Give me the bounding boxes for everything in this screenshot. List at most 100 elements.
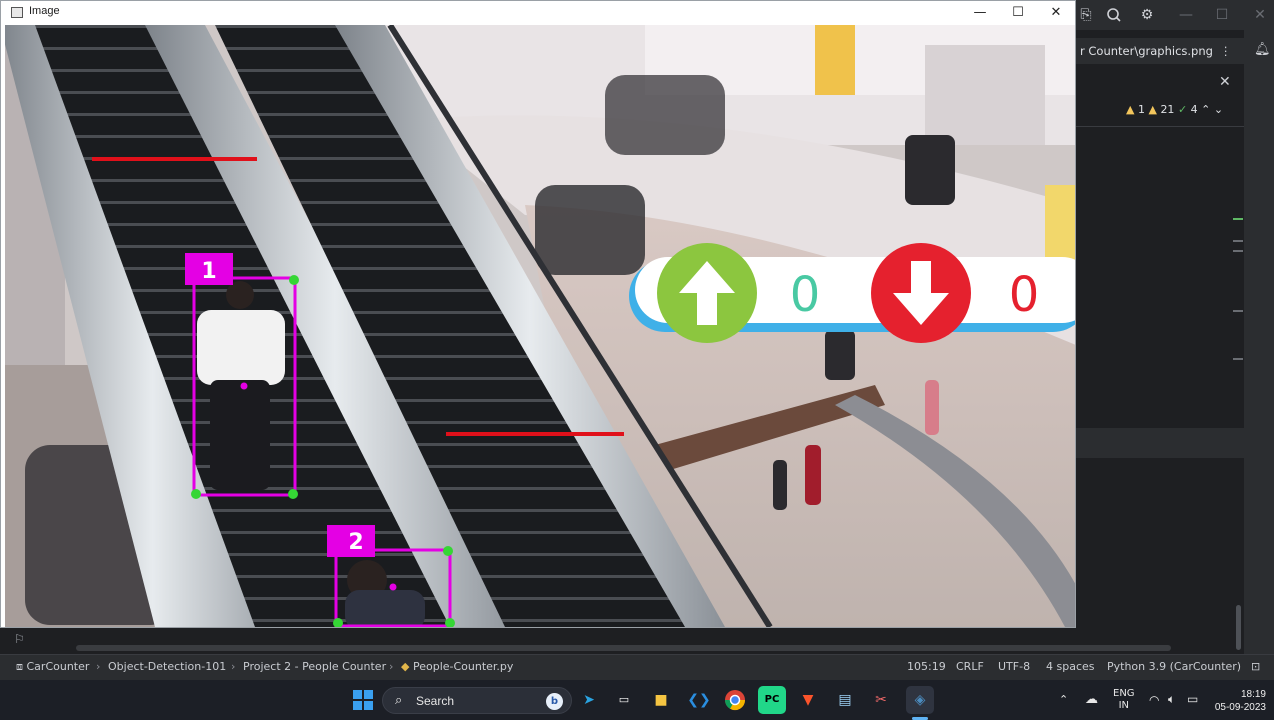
taskbar-telegram[interactable]: ➤ (575, 686, 603, 714)
right-tool-strip (1244, 30, 1274, 654)
weak-warning-icon: ▲ (1148, 103, 1157, 116)
run-config-icon[interactable]: ⎘ (1078, 7, 1094, 23)
divider (1076, 126, 1244, 127)
taskbar-snipping[interactable]: ✂ (867, 686, 895, 714)
horizontal-scrollbar[interactable] (76, 645, 1171, 651)
decor-lamp (815, 25, 855, 95)
count-down-value: 0 (1009, 267, 1040, 323)
pycharm-icon: PC (764, 694, 780, 705)
chevron-down-icon[interactable]: ⌄ (1214, 103, 1223, 116)
python-icon: ◈ (914, 692, 926, 708)
chrome-icon (724, 690, 746, 711)
status-bar: ⧈ CarCounter › Object-Detection-101 › Pr… (0, 654, 1274, 680)
indent-setting[interactable]: 4 spaces (1046, 658, 1095, 676)
folder-icon: ■ (654, 692, 668, 708)
clock-date: 05-09-2023 (1214, 702, 1266, 713)
search-icon[interactable] (1106, 7, 1122, 23)
onedrive-icon[interactable]: ☁ (1085, 692, 1098, 707)
start-button[interactable] (349, 686, 377, 714)
editor-area (1076, 64, 1244, 654)
terminal-icon: ▭ (618, 693, 630, 706)
vertical-scrollbar[interactable] (1236, 605, 1241, 650)
gutter-mark (1233, 310, 1243, 312)
vscode-icon: ❮❯ (687, 692, 711, 708)
warning-count: 1 (1137, 103, 1145, 116)
ok-count: 4 (1190, 103, 1198, 116)
window-title: Image (29, 5, 60, 17)
chevron-up-icon[interactable]: ⌃ (1201, 103, 1210, 116)
taskbar: ⌕ Search b ➤ ▭ ■ ❮❯ PC ▼ ▤ ✂ ◈ ⌃ ☁ ENG I… (0, 680, 1274, 720)
search-icon: ⌕ (395, 693, 403, 708)
ide-maximize-icon[interactable]: ☐ (1214, 7, 1230, 23)
language-region: IN (1118, 700, 1129, 711)
image-window-titlebar[interactable]: Image — ☐ ✕ (1, 1, 1075, 25)
taskbar-notepad[interactable]: ▤ (831, 686, 859, 714)
interpreter-selector[interactable]: Python 3.9 (CarCounter) (1107, 658, 1241, 676)
inspections-widget[interactable]: ▲ 1 ▲ 21 ✓ 4 ⌃ ⌄ (1126, 103, 1223, 116)
file-encoding[interactable]: UTF-8 (998, 658, 1030, 676)
shop-window (925, 45, 1045, 145)
taskbar-brave[interactable]: ▼ (794, 686, 822, 714)
more-icon[interactable]: ⋮ (1220, 38, 1232, 64)
arrow-down-icon (871, 243, 971, 343)
snipping-icon: ✂ (875, 692, 887, 708)
notifications-icon[interactable]: 🔔︎ (1254, 42, 1271, 57)
breadcrumb-project[interactable]: ⧈ CarCounter (16, 658, 89, 676)
desktop: ⎘ ⚙ — ☐ ✕ r Counter\graphics.png ⋮ 🔔︎ ✕ … (0, 0, 1274, 720)
minimize-button[interactable]: — (961, 1, 999, 25)
breadcrumb-subfolder[interactable]: Project 2 - People Counter (243, 658, 386, 676)
counter-overlay: 0 0 (629, 243, 1075, 343)
maximize-button[interactable]: ☐ (999, 1, 1037, 25)
ide-panel-header (1076, 428, 1244, 458)
battery-icon[interactable]: ▭ (1187, 692, 1198, 706)
breadcrumb-file[interactable]: ◆ People-Counter.py (401, 658, 513, 676)
taskbar-chrome[interactable] (721, 686, 749, 714)
warning-icon: ▲ (1126, 103, 1135, 116)
gear-icon[interactable]: ⚙ (1139, 7, 1155, 23)
weak-warning-count: 21 (1160, 103, 1175, 116)
caret-position[interactable]: 105:19 (907, 658, 946, 676)
video-frame: 1 2 0 0 (5, 25, 1075, 627)
chevron-right-icon: › (389, 660, 394, 673)
language-code: ENG (1113, 688, 1135, 699)
taskbar-search-label: Search (416, 694, 455, 708)
volume-icon[interactable]: 🔈︎ (1168, 692, 1175, 707)
ide-toolbar: ⎘ ⚙ — ☐ ✕ (1076, 0, 1274, 30)
gutter-mark (1233, 250, 1243, 252)
brave-icon: ▼ (802, 692, 814, 708)
arrow-up-icon (657, 243, 757, 343)
wifi-icon[interactable]: ◠ (1149, 693, 1159, 707)
image-window: Image — ☐ ✕ 1 2 0 0 (0, 0, 1076, 628)
taskbar-search[interactable]: ⌕ Search b (382, 687, 572, 714)
taskbar-explorer[interactable]: ■ (647, 686, 675, 714)
window-app-icon (11, 7, 23, 18)
taskbar-terminal[interactable]: ▭ (610, 686, 638, 714)
windows-icon (353, 690, 373, 710)
ide-minimize-icon[interactable]: — (1178, 7, 1194, 23)
clock[interactable]: 18:19 05-09-2023 (1212, 688, 1266, 714)
line-separator[interactable]: CRLF (956, 658, 984, 676)
taskbar-python[interactable]: ◈ (906, 686, 934, 714)
chevron-up-icon[interactable]: ⌃ (1059, 693, 1068, 706)
check-icon: ✓ (1177, 103, 1188, 116)
chevron-right-icon: › (231, 660, 236, 673)
taskbar-pycharm[interactable]: PC (758, 686, 786, 714)
close-button[interactable]: ✕ (1037, 1, 1075, 25)
run-icon[interactable]: ⚐ (14, 632, 25, 646)
gutter-mark (1233, 218, 1243, 220)
project-icon: ⧈ (16, 660, 23, 673)
lock-icon[interactable]: ⊡ (1251, 658, 1260, 676)
mall-scene: 1 2 0 0 (5, 25, 1075, 627)
taskbar-vscode[interactable]: ❮❯ (685, 686, 713, 714)
telegram-icon: ➤ (583, 692, 595, 708)
editor-tab-label: r Counter\graphics.png (1080, 44, 1213, 58)
clock-time: 18:19 (1240, 689, 1266, 700)
detection-id-1: 1 (201, 259, 216, 284)
breadcrumb-folder[interactable]: Object-Detection-101 (108, 658, 226, 676)
bing-icon: b (546, 693, 563, 710)
ide-close-icon[interactable]: ✕ (1252, 7, 1268, 23)
language-indicator[interactable]: ENG IN (1113, 688, 1135, 712)
close-icon[interactable]: ✕ (1219, 74, 1231, 90)
detection-id-2: 2 (348, 530, 363, 555)
gutter-mark (1233, 358, 1243, 360)
